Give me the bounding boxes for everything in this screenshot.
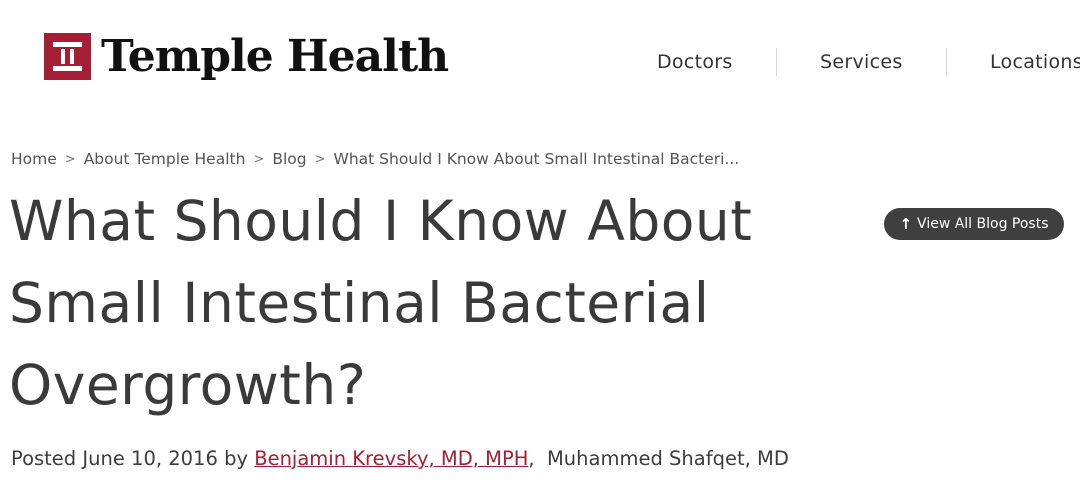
breadcrumb: Home > About Temple Health > Blog > What… xyxy=(11,150,739,168)
nav-locations[interactable]: Locations xyxy=(990,51,1080,73)
breadcrumb-about[interactable]: About Temple Health xyxy=(84,150,246,168)
posted-date-text: Posted June 10, 2016 by xyxy=(11,447,248,470)
top-navigation: Doctors Services Locations xyxy=(610,46,1080,78)
logo-text: Temple Health xyxy=(101,30,449,82)
breadcrumb-separator: > xyxy=(64,151,76,167)
nav-services[interactable]: Services xyxy=(820,51,903,73)
byline: Posted June 10, 2016 by Benjamin Krevsky… xyxy=(11,447,789,470)
temple-health-logo[interactable]: Temple Health xyxy=(44,30,449,82)
nav-divider xyxy=(776,48,777,76)
temple-t-logo-icon xyxy=(44,33,91,80)
author-separator: , xyxy=(528,447,535,470)
nav-divider xyxy=(946,48,947,76)
breadcrumb-home[interactable]: Home xyxy=(11,150,57,168)
breadcrumb-separator: > xyxy=(253,151,265,167)
view-all-label: View All Blog Posts xyxy=(917,216,1049,232)
view-all-blog-posts-button[interactable]: ↑ View All Blog Posts xyxy=(884,208,1064,240)
coauthor-name: Muhammed Shafqet, MD xyxy=(546,447,789,470)
page: Temple Health Doctors Services Locations… xyxy=(0,0,1080,504)
page-title: What Should I Know About Small Intestina… xyxy=(9,189,753,417)
breadcrumb-current: What Should I Know About Small Intestina… xyxy=(333,150,740,168)
author-link[interactable]: Benjamin Krevsky, MD, MPH xyxy=(254,447,528,470)
breadcrumb-blog[interactable]: Blog xyxy=(272,150,306,168)
nav-doctors[interactable]: Doctors xyxy=(657,51,733,73)
arrow-up-icon: ↑ xyxy=(899,215,913,233)
breadcrumb-separator: > xyxy=(314,151,326,167)
